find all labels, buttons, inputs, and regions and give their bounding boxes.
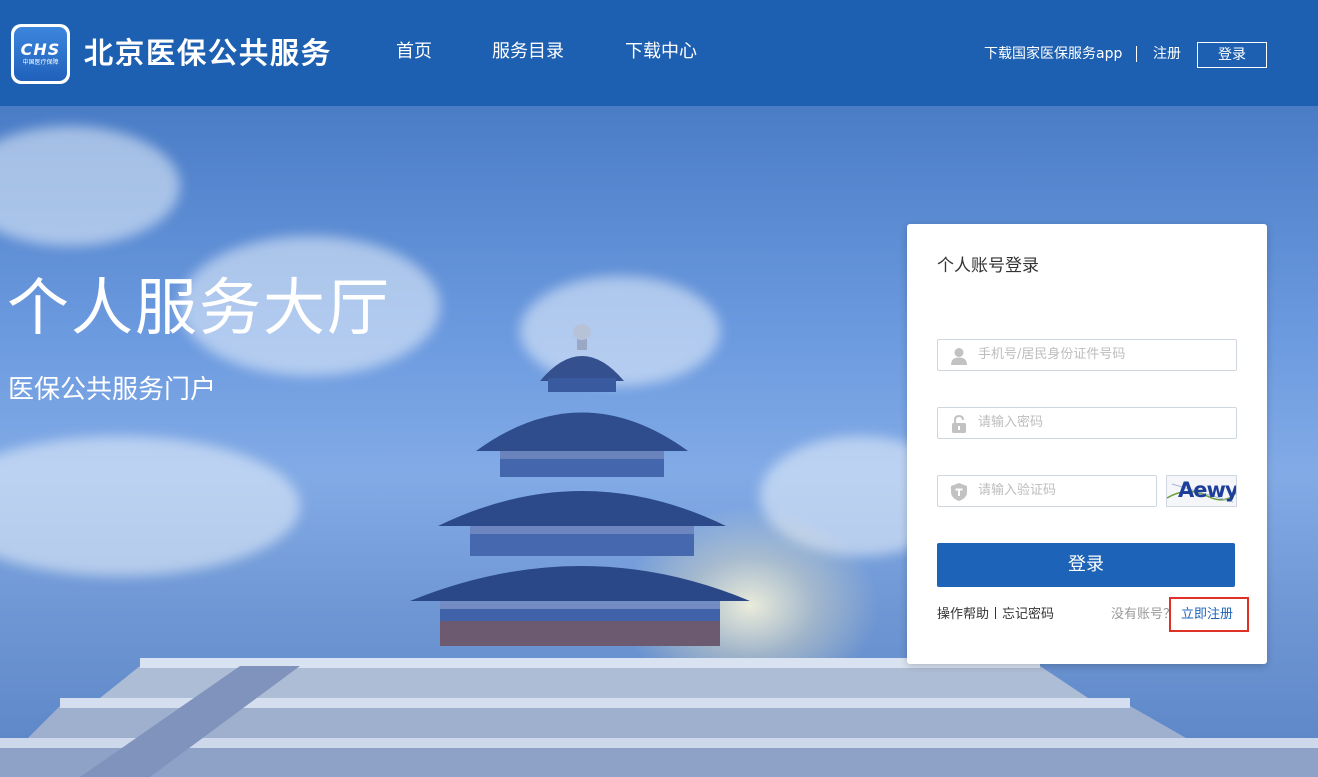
login-submit-button[interactable]: 登录: [937, 543, 1235, 587]
logo-inner: CHS 中国医疗保障: [14, 27, 67, 81]
account-placeholder: 手机号/居民身份证件号码: [978, 347, 1126, 362]
lock-icon: [952, 414, 966, 433]
hero-title: 个人服务大厅: [7, 271, 392, 344]
help-links: 操作帮助 忘记密码: [937, 606, 1054, 624]
user-icon: [951, 348, 967, 365]
login-card: 个人账号登录 手机号/居民身份证件号码 请输入密码 请输入验证码 Aewy 登录…: [907, 224, 1267, 664]
register-now-link[interactable]: 立即注册: [1181, 606, 1233, 624]
captcha-image[interactable]: Aewy: [1166, 475, 1237, 507]
top-header: CHS 中国医疗保障 北京医保公共服务 首页 服务目录 下载中心 下载国家医保服…: [0, 0, 1318, 106]
download-app-link[interactable]: 下载国家医保服务app: [984, 44, 1122, 64]
password-input[interactable]: 请输入密码: [937, 407, 1237, 439]
operation-help-link[interactable]: 操作帮助: [937, 607, 989, 622]
logo-chs-text: CHS: [20, 40, 61, 59]
login-card-title: 个人账号登录: [937, 256, 1039, 276]
header-login-button[interactable]: 登录: [1197, 42, 1267, 68]
no-account-label: 没有账号？: [1111, 607, 1177, 622]
account-input[interactable]: 手机号/居民身份证件号码: [937, 339, 1237, 371]
chs-logo[interactable]: CHS 中国医疗保障: [11, 24, 70, 84]
help-divider: [995, 607, 997, 619]
logo-sub-text: 中国医疗保障: [22, 59, 59, 66]
captcha-text: Aewy: [1178, 478, 1237, 502]
hero-subtitle: 医保公共服务门户: [8, 375, 217, 405]
captcha-input[interactable]: 请输入验证码: [937, 475, 1157, 507]
password-placeholder: 请输入密码: [978, 415, 1044, 430]
captcha-placeholder: 请输入验证码: [978, 483, 1057, 498]
shield-icon: [951, 483, 967, 501]
header-divider: [1136, 46, 1137, 62]
forgot-password-link[interactable]: 忘记密码: [1002, 607, 1054, 622]
nav-service-catalog[interactable]: 服务目录: [492, 39, 564, 65]
site-title: 北京医保公共服务: [84, 36, 333, 70]
nav-download-center[interactable]: 下载中心: [625, 39, 697, 65]
header-register-link[interactable]: 注册: [1153, 44, 1181, 64]
nav-home[interactable]: 首页: [396, 39, 432, 65]
